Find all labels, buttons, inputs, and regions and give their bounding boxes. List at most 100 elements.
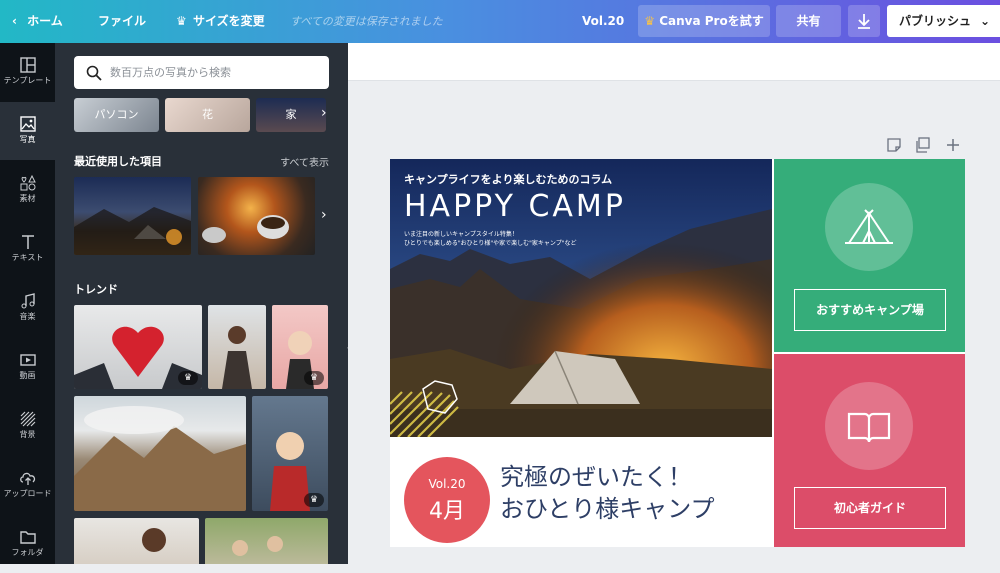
chip-flower[interactable]: 花 xyxy=(165,98,250,132)
nav-elements[interactable]: 素材 xyxy=(0,161,55,219)
note-icon[interactable] xyxy=(886,137,902,153)
crown-icon: ♛ xyxy=(176,14,187,28)
search-icon xyxy=(86,65,102,81)
crown-badge: ♛ xyxy=(304,493,324,507)
book-icon xyxy=(847,412,891,443)
crown-icon: ♛ xyxy=(183,373,193,383)
tent-icon xyxy=(845,209,893,244)
tent-image xyxy=(74,207,191,255)
nav-video[interactable]: 動画 xyxy=(0,338,55,396)
home-button[interactable]: ‹ ホーム xyxy=(12,0,63,43)
photo-subtitle-1: いま注目の新しいキャンプスタイル特集！ xyxy=(404,231,518,238)
nav-text[interactable]: テキスト xyxy=(0,220,55,278)
man-image xyxy=(142,528,166,552)
nav-label: 動画 xyxy=(19,371,36,380)
nav-label: 素材 xyxy=(19,194,36,203)
resize-button[interactable]: ♛ サイズを変更 xyxy=(176,0,265,43)
resize-label: サイズを変更 xyxy=(192,14,265,28)
trend-thumb-man[interactable] xyxy=(74,518,199,564)
video-icon xyxy=(19,354,36,366)
photo-title: HAPPY CAMP xyxy=(404,189,626,224)
tent-circle xyxy=(825,183,913,271)
badge-vol: Vol.20 xyxy=(428,477,466,491)
music-icon xyxy=(21,293,35,309)
download-button[interactable] xyxy=(848,5,880,37)
publish-button[interactable]: パブリッシュ ⌄ xyxy=(887,5,1000,37)
nav-template[interactable]: テンプレート xyxy=(0,43,55,101)
nav-label: テキスト xyxy=(11,253,44,262)
woman-image xyxy=(222,326,252,389)
try-pro-label: Canva Proを試す xyxy=(659,14,764,28)
publish-label: パブリッシュ xyxy=(899,14,972,28)
chevron-right-icon[interactable]: › xyxy=(321,207,327,223)
background-icon xyxy=(20,411,35,427)
headline-line-2: おひとり様キャンプ xyxy=(500,495,715,523)
trend-thumb-child[interactable]: ♛ xyxy=(252,396,328,511)
top-toolbar: ‹ ホーム ファイル ♛ サイズを変更 すべての変更は保存されました Vol.2… xyxy=(0,0,1000,43)
crown-icon: ♛ xyxy=(644,14,656,28)
search-input[interactable]: 数百万点の写真から検索 xyxy=(74,56,329,89)
nav-label: 写真 xyxy=(19,135,36,144)
chevron-left-icon: ‹ xyxy=(12,14,17,28)
save-status: すべての変更は保存されました xyxy=(290,15,443,28)
text-icon xyxy=(21,235,34,249)
share-button[interactable]: 共有 xyxy=(776,5,841,37)
picnic-image xyxy=(232,536,283,556)
download-icon xyxy=(858,14,870,29)
trend-thumb-girl[interactable]: ♛ xyxy=(272,305,328,389)
photo-tagline: キャンプライフをより楽しむためのコラム xyxy=(404,173,613,186)
try-pro-button[interactable]: ♛ Canva Proを試す xyxy=(638,5,770,37)
chevron-right-icon[interactable]: › xyxy=(321,105,327,121)
left-nav: テンプレート 写真 素材 テキスト 音楽 動画 背景 アップロード フォルダ xyxy=(0,43,55,564)
coffee-cup-image xyxy=(202,215,289,243)
recommended-campsite-button[interactable]: おすすめキャンプ場 xyxy=(794,289,946,331)
book-circle xyxy=(825,382,913,470)
search-placeholder: 数百万点の写真から検索 xyxy=(110,66,231,79)
nav-upload[interactable]: アップロード xyxy=(0,456,55,514)
nav-label: 音楽 xyxy=(19,312,36,321)
add-page-icon[interactable] xyxy=(945,137,961,153)
headline[interactable]: 究極のぜいたく！ おひとり様キャンプ xyxy=(500,461,715,525)
chip-label: パソコン xyxy=(94,108,139,121)
nav-folder[interactable]: フォルダ xyxy=(0,515,55,573)
crown-icon: ♛ xyxy=(309,373,319,383)
see-all-link[interactable]: すべて表示 xyxy=(280,154,329,169)
nav-background[interactable]: 背景 xyxy=(0,397,55,455)
camp-photo[interactable]: キャンプライフをより楽しむためのコラム HAPPY CAMP いま注目の新しいキ… xyxy=(390,159,772,438)
home-label: ホーム xyxy=(27,14,63,28)
issue-badge: Vol.20 4月 xyxy=(404,457,490,543)
folder-icon xyxy=(19,531,36,544)
crown-badge: ♛ xyxy=(178,371,198,385)
photo-panel: 数百万点の写真から検索 パソコン 花 家 › 最近使用した項目 すべて表示 › … xyxy=(55,43,348,564)
trend-thumb-mountain[interactable] xyxy=(74,396,246,511)
chip-pc[interactable]: パソコン xyxy=(74,98,159,132)
headline-line-1: 究極のぜいたく！ xyxy=(500,463,692,491)
duplicate-page-icon[interactable] xyxy=(915,137,931,153)
crown-icon: ♛ xyxy=(309,495,319,505)
photo-icon xyxy=(19,116,36,132)
recent-thumb-fire[interactable] xyxy=(198,177,315,255)
nav-label: 背景 xyxy=(19,430,36,439)
recommended-card[interactable]: おすすめキャンプ場 xyxy=(774,159,965,352)
document-title[interactable]: Vol.20 xyxy=(582,0,624,43)
recent-title: 最近使用した項目 xyxy=(74,155,162,168)
trend-thumb-woman[interactable] xyxy=(208,305,266,389)
trend-thumb-heart[interactable]: ♛ xyxy=(74,305,202,389)
chip-label: 家 xyxy=(285,108,297,121)
trend-thumb-picnic[interactable] xyxy=(205,518,328,564)
recent-thumb-camp[interactable] xyxy=(74,177,191,255)
chip-house[interactable]: 家 xyxy=(256,98,326,132)
trend-title: トレンド xyxy=(74,283,118,296)
nav-photo[interactable]: 写真 xyxy=(0,102,55,160)
mountain-image xyxy=(74,406,246,511)
nav-label: アップロード xyxy=(3,489,52,498)
beginner-card[interactable]: 初心者ガイド xyxy=(774,354,965,547)
template-icon xyxy=(19,57,36,73)
design-page[interactable]: キャンプライフをより楽しむためのコラム HAPPY CAMP いま注目の新しいキ… xyxy=(390,159,965,547)
file-menu[interactable]: ファイル xyxy=(98,0,146,43)
beginner-guide-button[interactable]: 初心者ガイド xyxy=(794,487,946,529)
nav-music[interactable]: 音楽 xyxy=(0,279,55,337)
chevron-down-icon: ⌄ xyxy=(979,14,990,28)
context-toolbar xyxy=(348,43,1000,81)
elements-icon xyxy=(20,175,36,191)
